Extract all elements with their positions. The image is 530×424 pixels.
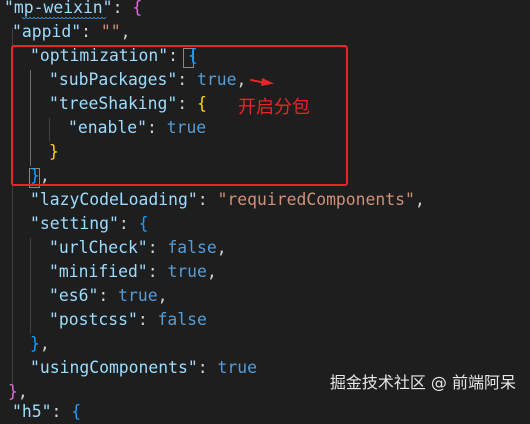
code-line: "usingComponents": true <box>30 358 257 377</box>
annotation-label: 开启分包 <box>238 97 310 118</box>
json-literal: true <box>118 286 158 305</box>
json-key: "appid" <box>12 22 82 41</box>
code-line: "postcss": false <box>49 310 207 329</box>
indent-guide <box>30 238 31 334</box>
watermark: 掘金技术社区 @ 前端阿呆 <box>329 373 516 392</box>
json-key: "minified" <box>49 262 148 281</box>
json-key: "h5" <box>12 402 52 421</box>
json-literal: false <box>167 238 217 257</box>
code-line: "urlCheck": false, <box>49 238 227 257</box>
code-line: "minified": true, <box>49 262 217 281</box>
json-key: "es6" <box>49 286 99 305</box>
json-key: "setting" <box>30 214 119 233</box>
json-string: "requiredComponents" <box>217 190 415 209</box>
json-key: "postcss" <box>49 310 138 329</box>
json-key: "mp-weixin" <box>4 0 113 17</box>
code-line: "setting": { <box>30 214 149 233</box>
json-literal: true <box>217 358 257 377</box>
json-key: "urlCheck" <box>49 238 148 257</box>
code-line: "es6": true, <box>49 286 168 305</box>
code-line: "lazyCodeLoading": "requiredComponents", <box>30 190 425 209</box>
code-line: }, <box>30 334 50 353</box>
code-line: "h5": { <box>12 402 82 421</box>
code-line: "appid": "", <box>12 22 131 41</box>
arrow-icon <box>250 78 274 86</box>
json-key: "lazyCodeLoading" <box>30 190 198 209</box>
json-literal: true <box>167 262 207 281</box>
json-literal: false <box>157 310 207 329</box>
json-key: "usingComponents" <box>30 358 198 377</box>
json-string: "" <box>100 22 121 41</box>
